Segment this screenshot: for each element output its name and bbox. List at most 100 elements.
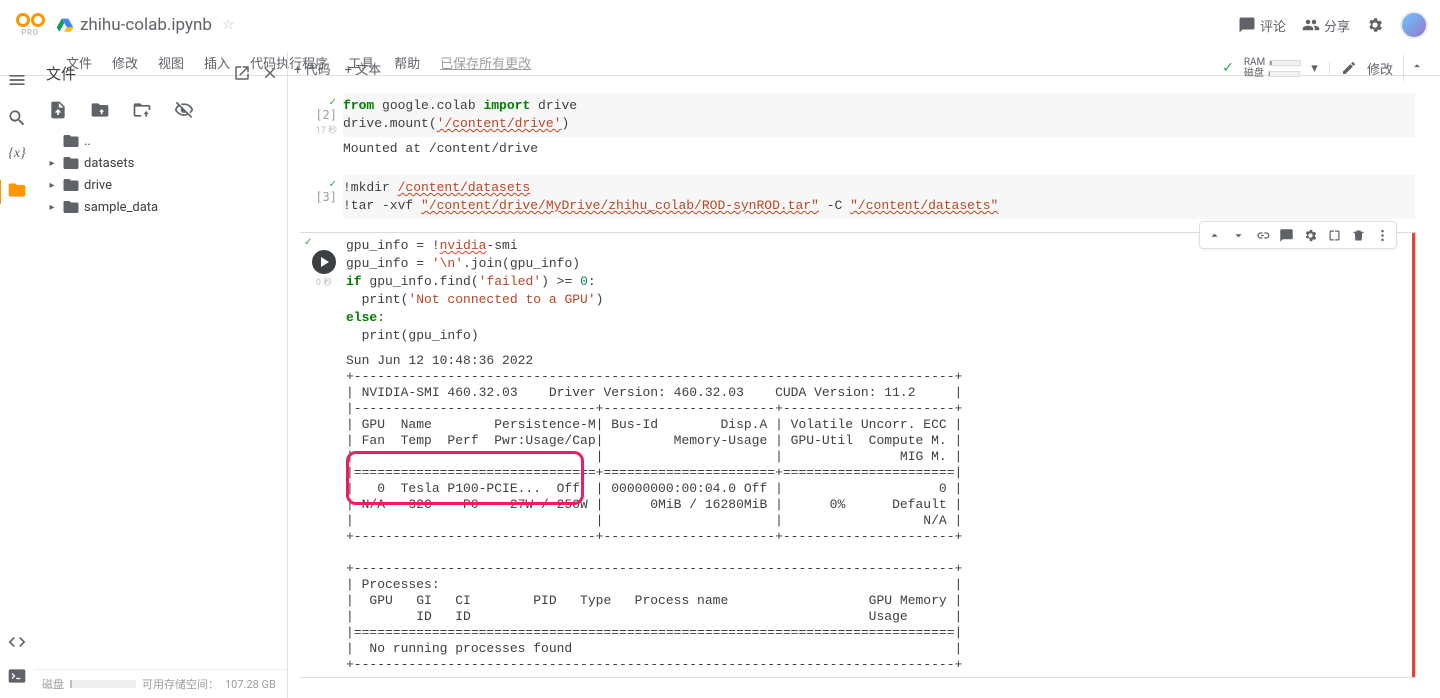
search-icon[interactable] xyxy=(7,108,27,128)
move-up-button[interactable] xyxy=(1202,224,1226,246)
comment-button[interactable]: 评论 xyxy=(1238,16,1286,35)
new-window-icon[interactable] xyxy=(233,64,251,82)
folder-label: datasets xyxy=(84,156,134,171)
file-tree: .. ▸datasets ▸drive ▸sample_data xyxy=(34,130,287,218)
file-panel-title: 文件 xyxy=(46,63,76,84)
code-editor[interactable]: gpu_info = !nvidia-smi gpu_info = '\n'.j… xyxy=(346,233,1415,349)
folder-icon xyxy=(62,132,80,150)
file-tree-drive[interactable]: ▸drive xyxy=(40,174,281,196)
arrow-up-icon xyxy=(1207,228,1222,243)
cell-toolbar xyxy=(1199,221,1397,249)
close-icon[interactable] xyxy=(261,64,279,82)
folder-icon xyxy=(62,154,80,172)
cell-prompt: [2] xyxy=(315,108,337,122)
code-editor[interactable]: !mkdir /content/datasets !tar -xvf "/con… xyxy=(343,175,1415,219)
share-icon xyxy=(1302,16,1320,34)
resource-dropdown-icon[interactable]: ▾ xyxy=(1311,61,1318,76)
add-code-button[interactable]: + 代码 xyxy=(294,59,331,78)
edit-mode-label[interactable]: 修改 xyxy=(1367,59,1393,78)
cell-timing: 0 秒 xyxy=(316,275,332,288)
comment-label: 评论 xyxy=(1260,16,1286,35)
link-icon xyxy=(1255,228,1270,243)
terminal-icon[interactable] xyxy=(7,666,27,686)
notebook-title[interactable]: zhihu-colab.ipynb xyxy=(80,15,212,35)
ram-label: RAM xyxy=(1244,57,1265,68)
toc-icon[interactable] xyxy=(7,70,27,90)
more-vert-icon xyxy=(1375,228,1390,243)
folder-label: sample_data xyxy=(84,200,158,215)
run-button[interactable] xyxy=(312,250,336,274)
files-tab-active[interactable] xyxy=(0,180,27,204)
resource-status[interactable]: RAM 磁盘 xyxy=(1244,57,1301,79)
file-tree-up-label: .. xyxy=(84,134,91,149)
disk-bar xyxy=(1268,71,1300,77)
code-cell-active[interactable]: ✓ 0 秒 gpu_info = !nvidia-smi gpu_info = … xyxy=(298,232,1416,678)
left-rail: {x} xyxy=(0,52,34,698)
colab-logo: PRO xyxy=(12,7,48,43)
code-icon[interactable] xyxy=(7,632,27,652)
cell-prompt: [3] xyxy=(315,190,337,204)
disk-label: 磁盘 xyxy=(1244,68,1264,79)
file-tree-sample-data[interactable]: ▸sample_data xyxy=(40,196,281,218)
variables-icon[interactable]: {x} xyxy=(8,146,25,162)
disk-label: 磁盘 xyxy=(42,676,64,692)
chevron-up-icon xyxy=(1410,59,1424,73)
gear-icon xyxy=(1303,228,1318,243)
folder-icon xyxy=(62,176,80,194)
cell-output: Mounted at /content/drive xyxy=(343,137,1415,161)
mirror-icon xyxy=(1327,228,1342,243)
status-check-icon: ✓ xyxy=(1222,60,1234,76)
header: PRO zhihu-colab.ipynb ☆ 评论 分享 xyxy=(0,0,1440,50)
play-icon xyxy=(321,257,329,267)
code-cell[interactable]: ✓ [2] 17 秒 from google.colab import driv… xyxy=(298,92,1416,162)
code-cell[interactable]: ✓ [3] !mkdir /content/datasets !tar -xvf… xyxy=(298,174,1416,220)
file-tree-datasets[interactable]: ▸datasets xyxy=(40,152,281,174)
folder-label: drive xyxy=(84,178,112,193)
move-down-button[interactable] xyxy=(1226,224,1250,246)
folder-icon xyxy=(7,180,27,200)
drive-icon xyxy=(56,16,74,34)
hidden-files-icon[interactable] xyxy=(174,100,194,120)
disk-usage-bar xyxy=(70,680,136,688)
star-icon[interactable]: ☆ xyxy=(222,17,235,33)
notebook-area[interactable]: ✓ [2] 17 秒 from google.colab import driv… xyxy=(294,88,1432,698)
arrow-down-icon xyxy=(1231,228,1246,243)
pencil-icon xyxy=(1341,60,1357,76)
avatar[interactable] xyxy=(1400,11,1428,39)
file-tree-up[interactable]: .. xyxy=(40,130,281,152)
file-panel-footer: 磁盘 可用存储空间： 107.28 GB xyxy=(34,669,287,698)
notebook-toolbar: + 代码 + 文本 ✓ RAM 磁盘 ▾ | 修改 xyxy=(294,54,1430,82)
delete-cell-button[interactable] xyxy=(1346,224,1370,246)
mount-drive-icon[interactable] xyxy=(132,100,152,120)
trash-icon xyxy=(1351,228,1366,243)
share-button[interactable]: 分享 xyxy=(1302,16,1350,35)
run-check-icon: ✓ xyxy=(329,97,337,108)
run-check-icon: ✓ xyxy=(304,237,312,248)
code-editor[interactable]: from google.colab import drive drive.mou… xyxy=(343,93,1415,137)
avail-label: 可用存储空间： xyxy=(142,676,219,692)
refresh-icon[interactable] xyxy=(90,100,110,120)
ram-bar xyxy=(1269,60,1301,66)
cell-gutter: ✓ [2] 17 秒 xyxy=(299,93,343,161)
comment-icon xyxy=(1279,228,1294,243)
run-check-icon: ✓ xyxy=(329,179,337,190)
avail-value: 107.28 GB xyxy=(225,678,276,691)
pro-badge: PRO xyxy=(21,28,38,37)
collapse-button[interactable] xyxy=(1403,55,1430,81)
add-text-button[interactable]: + 文本 xyxy=(345,59,382,78)
comment-icon xyxy=(1238,16,1256,34)
mirror-button[interactable] xyxy=(1322,224,1346,246)
gear-icon xyxy=(1366,16,1384,34)
folder-icon xyxy=(62,198,80,216)
settings-button[interactable] xyxy=(1366,16,1384,34)
cell-timing: 17 秒 xyxy=(316,123,337,136)
link-button[interactable] xyxy=(1250,224,1274,246)
cell-gutter: ✓ [3] xyxy=(299,175,343,219)
file-panel-toolbar xyxy=(34,94,287,130)
cell-output: Sun Jun 12 10:48:36 2022 +--------------… xyxy=(346,349,1415,677)
cell-settings-button[interactable] xyxy=(1298,224,1322,246)
more-button[interactable] xyxy=(1370,224,1394,246)
upload-file-icon[interactable] xyxy=(48,100,68,120)
comment-cell-button[interactable] xyxy=(1274,224,1298,246)
share-label: 分享 xyxy=(1324,16,1350,35)
